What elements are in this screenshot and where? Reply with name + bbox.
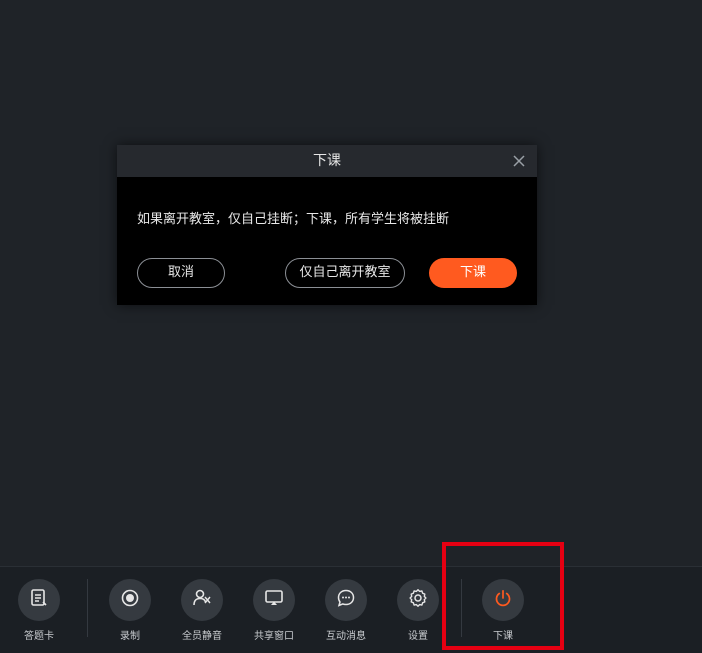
mute-all-button[interactable] [181, 579, 223, 621]
tool-label: 全员静音 [182, 631, 222, 642]
leave-classroom-button[interactable]: 仅自己离开教室 [285, 258, 405, 288]
tool-mute-all[interactable]: 全员静音 [170, 579, 234, 642]
cancel-button[interactable]: 取消 [137, 258, 225, 288]
tool-record[interactable]: 录制 [98, 579, 162, 642]
share-window-button[interactable] [253, 579, 295, 621]
tool-label: 答题卡 [24, 631, 54, 642]
tool-share-window[interactable]: 共享窗口 [242, 579, 306, 642]
end-class-button[interactable]: 下课 [429, 258, 517, 288]
close-icon[interactable] [509, 151, 529, 171]
bottom-toolbar: 答题卡 录制 全员静音 共享窗口 互动消息 设置 下课 [0, 566, 702, 653]
answer-card-icon [29, 588, 49, 612]
tool-label: 共享窗口 [254, 631, 294, 642]
share-window-icon [264, 588, 284, 612]
tool-chat[interactable]: 互动消息 [314, 579, 378, 642]
mute-all-icon [192, 588, 212, 612]
settings-button[interactable] [397, 579, 439, 621]
dialog-title: 下课 [313, 153, 341, 169]
toolbar-divider [87, 579, 88, 637]
end-class-dialog: 下课 如果离开教室，仅自己挂断；下课，所有学生将被挂断 取消 仅自己离开教室 下… [117, 145, 537, 305]
dialog-message: 如果离开教室，仅自己挂断；下课，所有学生将被挂断 [137, 212, 450, 227]
tool-settings[interactable]: 设置 [386, 579, 450, 642]
record-icon [120, 588, 140, 612]
tool-label: 录制 [120, 631, 140, 642]
classroom-stage: 下课 如果离开教室，仅自己挂断；下课，所有学生将被挂断 取消 仅自己离开教室 下… [0, 0, 702, 653]
highlight-box [442, 542, 564, 650]
gear-icon [408, 588, 428, 612]
tool-answer-card[interactable]: 答题卡 [7, 579, 71, 642]
answer-card-button[interactable] [18, 579, 60, 621]
chat-icon [336, 588, 356, 612]
chat-button[interactable] [325, 579, 367, 621]
record-button[interactable] [109, 579, 151, 621]
tool-label: 设置 [408, 631, 428, 642]
tool-label: 互动消息 [326, 631, 366, 642]
dialog-header: 下课 [117, 145, 537, 177]
